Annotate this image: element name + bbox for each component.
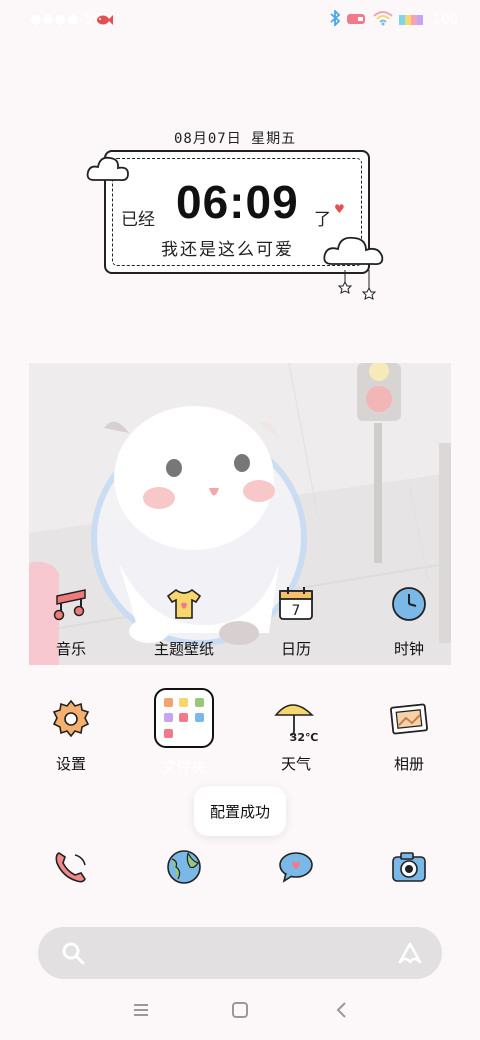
widget-tagline: 我还是这么可爱 <box>161 240 294 260</box>
app-label: 天气 <box>280 755 311 773</box>
search-bar[interactable] <box>38 927 442 979</box>
app-settings[interactable]: 设置 <box>21 695 121 774</box>
app-label: 主题壁纸 <box>153 640 214 658</box>
toast-message: 配置成功 <box>194 786 286 836</box>
status-bar: ●●●● 5G 100 <box>0 0 480 40</box>
heart-icon: ♥ <box>334 202 345 216</box>
cloud-icon <box>86 150 132 190</box>
stars-decoration <box>331 270 381 304</box>
bluetooth-icon <box>329 8 341 30</box>
app-folder[interactable]: 文件夹 <box>134 688 234 777</box>
cloud-icon <box>322 228 388 276</box>
clock-widget[interactable]: 08月07日 星期五 已经 06:09 了 ♥ 我还是这么可爱 <box>86 120 396 310</box>
shirt-icon <box>160 580 208 628</box>
back-icon[interactable] <box>333 1001 351 1023</box>
widget-prefix: 已经 <box>121 210 155 230</box>
app-weather[interactable]: 32℃ 天气 <box>246 695 346 774</box>
camera-icon <box>385 843 433 891</box>
wifi-icon <box>373 10 393 30</box>
carrier-label: ●●●● 5G <box>30 12 105 27</box>
music-icon <box>47 580 95 628</box>
app-calendar[interactable]: 7 日历 <box>246 580 346 659</box>
widget-suffix: 了 <box>314 210 331 230</box>
app-label: 日历 <box>280 640 311 658</box>
widget-time: 06:09 <box>176 176 299 228</box>
folder-label: 文件夹 <box>161 758 207 776</box>
phone-icon <box>47 843 95 891</box>
app-label: 相册 <box>393 755 424 773</box>
home-icon[interactable] <box>231 1001 249 1023</box>
search-icon <box>60 940 86 970</box>
battery-percentage: 100 <box>433 12 458 28</box>
widget-date: 08月07日 星期五 <box>174 131 297 147</box>
folder-icon <box>154 688 214 748</box>
menu-icon[interactable] <box>132 1001 150 1023</box>
calendar-day: 7 <box>292 603 301 619</box>
navigation-bar <box>0 995 480 1030</box>
battery-icon <box>399 11 427 30</box>
dock-messages[interactable] <box>246 843 346 891</box>
app-music[interactable]: 音乐 <box>21 580 121 659</box>
app-gallery[interactable]: 相册 <box>359 695 459 774</box>
assistant-icon[interactable] <box>396 940 424 970</box>
weather-icon: 32℃ <box>272 695 320 743</box>
app-label: 设置 <box>55 755 86 773</box>
app-label: 音乐 <box>55 640 86 658</box>
gallery-icon <box>385 695 433 743</box>
app-label: 时钟 <box>393 640 424 658</box>
app-theme-wallpaper[interactable]: 主题壁纸 <box>134 580 234 659</box>
dock-camera[interactable] <box>359 843 459 891</box>
fish-icon <box>95 12 113 31</box>
gear-icon <box>47 695 95 743</box>
dock-browser[interactable] <box>134 843 234 891</box>
messages-icon <box>272 843 320 891</box>
weather-temp: 32℃ <box>290 731 319 743</box>
clock-icon <box>385 580 433 628</box>
dock-phone[interactable] <box>21 843 121 891</box>
calendar-icon: 7 <box>272 580 320 628</box>
browser-icon <box>160 843 208 891</box>
signal-icon <box>347 11 367 30</box>
app-clock[interactable]: 时钟 <box>359 580 459 659</box>
